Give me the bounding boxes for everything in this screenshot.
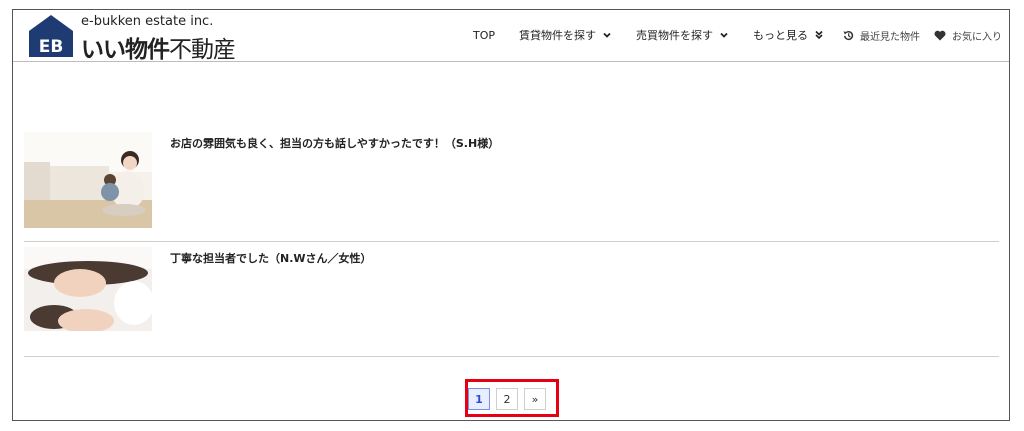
chevron-down-icon [603, 32, 611, 38]
review-thumbnail-family-on-bed[interactable] [24, 247, 152, 343]
pagination: 1 2 » [468, 388, 546, 410]
nav-top[interactable]: TOP [461, 29, 507, 42]
next-page-button[interactable]: » [524, 388, 546, 410]
history-icon [843, 30, 854, 40]
logo-company-name: e-bukken estate inc. [81, 14, 214, 29]
double-chevron-down-icon [815, 30, 823, 40]
page-button-2[interactable]: 2 [496, 388, 518, 410]
heart-icon [934, 30, 946, 40]
nav-more-label: もっと見る [753, 29, 808, 42]
logo-japanese-name: いい物件不動産 [81, 30, 236, 64]
chevron-down-icon [720, 32, 728, 38]
nav-favorites[interactable]: お気に入り [927, 28, 1009, 43]
review-thumbnail-mother-and-child[interactable] [24, 132, 152, 228]
nav-rent-label: 賃貸物件を探す [519, 29, 596, 42]
nav-top-label: TOP [472, 28, 495, 42]
site-header: EB e-bukken estate inc. いい物件不動産 TOP 賃貸物件… [13, 10, 1009, 63]
nav-sale-search[interactable]: 売買物件を探す [624, 27, 741, 43]
main-nav: TOP 賃貸物件を探す 売買物件を探す もっと見る 最近見た物件 お気に入り [461, 10, 1009, 60]
nav-recently-viewed[interactable]: 最近見た物件 [836, 28, 927, 43]
nav-rent-search[interactable]: 賃貸物件を探す [507, 27, 624, 43]
nav-sale-label: 売買物件を探す [636, 29, 713, 42]
logo-mark-text: EB [39, 37, 64, 57]
nav-more[interactable]: もっと見る [741, 27, 836, 43]
review-list: お店の雰囲気も良く、担当の方も話しやすかったです！（S.H様） 丁寧な担当者でし… [24, 130, 999, 357]
house-logo-icon: EB [29, 15, 73, 57]
favorites-label: お気に入り [952, 31, 1002, 43]
logo-name-bold: いい物件 [81, 37, 170, 63]
page-frame: EB e-bukken estate inc. いい物件不動産 TOP 賃貸物件… [12, 9, 1010, 421]
review-title[interactable]: お店の雰囲気も良く、担当の方も話しやすかったです！（S.H様） [170, 135, 499, 151]
review-item[interactable]: 丁寧な担当者でした（N.Wさん／女性） [24, 245, 999, 357]
page-button-1[interactable]: 1 [468, 388, 490, 410]
logo-name-light: 不動産 [169, 37, 236, 63]
site-logo[interactable]: EB e-bukken estate inc. いい物件不動産 [27, 13, 267, 63]
recently-viewed-label: 最近見た物件 [860, 31, 920, 43]
review-title[interactable]: 丁寧な担当者でした（N.Wさん／女性） [170, 250, 372, 266]
review-item[interactable]: お店の雰囲気も良く、担当の方も話しやすかったです！（S.H様） [24, 130, 999, 242]
